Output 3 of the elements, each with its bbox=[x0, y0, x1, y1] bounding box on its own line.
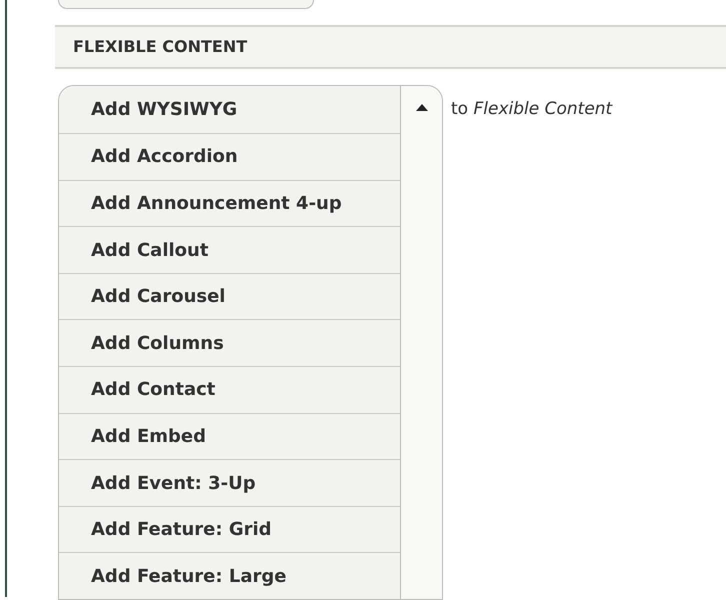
target-label: to Flexible Content bbox=[451, 98, 612, 122]
section-title: FLEXIBLE CONTENT bbox=[73, 36, 248, 58]
caret-icon[interactable] bbox=[416, 104, 428, 112]
